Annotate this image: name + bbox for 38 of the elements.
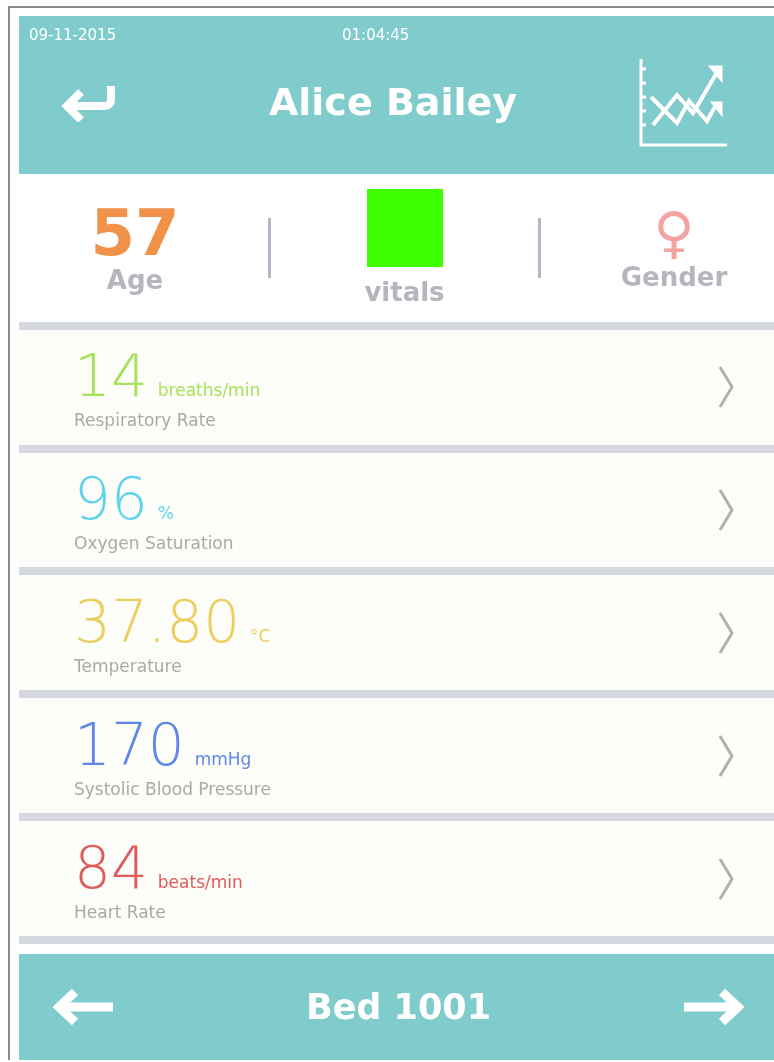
female-symbol: ♀ xyxy=(653,203,695,262)
chevron-right-icon xyxy=(718,365,734,410)
vital-row[interactable]: 96 % Oxygen Saturation xyxy=(19,452,774,568)
gender-label: Gender xyxy=(620,261,728,292)
vital-name: Heart Rate xyxy=(74,901,167,922)
vital-row[interactable]: 14 breaths/min Respiratory Rate xyxy=(19,329,774,445)
next-button[interactable] xyxy=(682,988,744,1027)
vital-value: 84 xyxy=(74,835,148,900)
vital-unit: beats/min xyxy=(157,871,243,892)
vital-row[interactable]: 170 mmHg Systolic Blood Pressure xyxy=(19,698,774,814)
time-text: 01:04:45 xyxy=(342,26,410,44)
vital-row[interactable]: 37.80 °C Temperature xyxy=(19,575,774,691)
vital-unit: % xyxy=(157,503,174,523)
bed-title: Bed 1001 xyxy=(305,987,492,1028)
patient-name: Alice Bailey xyxy=(267,79,518,124)
date-text: 09-11-2015 xyxy=(29,26,118,44)
vital-value: 37.80 xyxy=(74,589,241,654)
vital-name: Respiratory Rate xyxy=(74,410,217,431)
vital-name: Temperature xyxy=(74,655,183,676)
right-arrow-icon xyxy=(682,988,744,1027)
vital-name: Systolic Blood Pressure xyxy=(74,778,271,799)
vital-row[interactable]: 84 beats/min Heart Rate xyxy=(19,821,774,937)
vital-unit: breaths/min xyxy=(157,380,261,401)
vitals-label: vitals xyxy=(364,276,445,307)
vital-unit: mmHg xyxy=(194,748,252,769)
chevron-right-icon xyxy=(718,610,734,655)
chevron-right-icon xyxy=(718,488,734,532)
previous-button[interactable] xyxy=(53,988,115,1027)
vital-value: 170 xyxy=(74,712,185,777)
age-value: 57 xyxy=(90,200,180,265)
vital-name: Oxygen Saturation xyxy=(74,533,234,553)
vital-value: 96 xyxy=(74,467,148,531)
vital-unit: °C xyxy=(250,625,271,646)
vital-value: 14 xyxy=(74,344,148,409)
chevron-right-icon xyxy=(718,733,734,778)
chevron-right-icon xyxy=(718,856,734,901)
left-arrow-icon xyxy=(53,988,115,1027)
age-label: Age xyxy=(106,264,164,295)
